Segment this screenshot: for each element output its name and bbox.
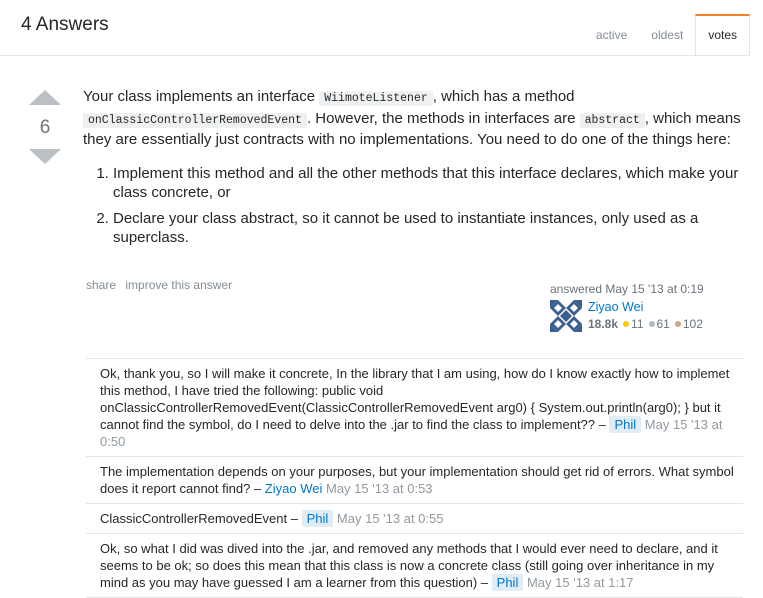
- comment-user-link[interactable]: Phil: [609, 416, 642, 433]
- gold-badge-icon: [623, 321, 630, 327]
- answers-count-title: 4 Answers: [21, 14, 109, 35]
- share-link[interactable]: share: [86, 278, 116, 292]
- answer-text: . However, the methods in interfaces are: [306, 109, 580, 127]
- answer-text: , which has a method: [432, 88, 575, 105]
- post-menu: share improve this answer: [86, 278, 238, 292]
- answer-text: Your class implements an interface: [83, 88, 320, 105]
- comment: The implementation depends on your purpo…: [86, 456, 743, 503]
- user-signature: answered May 15 '13 at 0:19 Ziyao Wei 18…: [550, 282, 704, 332]
- comment-text: ClassicControllerRemovedEvent –: [100, 511, 298, 526]
- comment: ClassicControllerRemovedEvent – Phil May…: [86, 503, 743, 533]
- tab-active[interactable]: active: [584, 14, 639, 56]
- user-details: Ziyao Wei 18.8k 11 61 102: [588, 300, 703, 331]
- list-item: Declare your class abstract, so it canno…: [113, 209, 743, 248]
- comment-user-link[interactable]: Ziyao Wei: [265, 481, 323, 496]
- vote-count: 6: [39, 117, 51, 138]
- answered-time: answered May 15 '13 at 0:19: [550, 282, 704, 296]
- answer-list: Implement this method and all the other …: [83, 164, 743, 248]
- reputation-line: 18.8k 11 61 102: [588, 317, 703, 331]
- abstract-code: abstract: [579, 112, 645, 128]
- improve-answer-link[interactable]: improve this answer: [125, 278, 232, 292]
- answers-header: 4 Answers active oldest votes: [0, 0, 763, 58]
- comment-date[interactable]: May 15 '13 at 0:55: [337, 511, 444, 526]
- comments-list: Ok, thank you, so I will make it concret…: [86, 358, 743, 598]
- user-info: Ziyao Wei 18.8k 11 61 102: [550, 300, 704, 332]
- list-item: Implement this method and all the other …: [113, 164, 743, 203]
- downvote-arrow-icon[interactable]: [29, 149, 61, 164]
- reputation-score: 18.8k: [588, 317, 619, 331]
- tab-oldest[interactable]: oldest: [639, 14, 695, 56]
- vote-cell: 6: [28, 90, 62, 164]
- header-divider: [0, 55, 750, 56]
- bronze-badge-count: 102: [682, 317, 703, 331]
- bronze-badge-icon: [674, 321, 681, 327]
- comment: Ok, so what I did was dived into the .ja…: [86, 533, 743, 598]
- comment-user-link[interactable]: Phil: [491, 574, 524, 591]
- username-link[interactable]: Ziyao Wei: [588, 300, 703, 314]
- upvote-arrow-icon[interactable]: [29, 90, 61, 105]
- comment: Ok, thank you, so I will make it concret…: [86, 358, 743, 456]
- comment-user-link[interactable]: Phil: [301, 510, 334, 527]
- tab-votes[interactable]: votes: [695, 14, 750, 56]
- gold-badge-count: 11: [631, 317, 644, 331]
- interface-code: WiimoteListener: [319, 91, 433, 106]
- answer-body: Your class implements an interface Wiimo…: [83, 87, 743, 254]
- answer-paragraph: Your class implements an interface Wiimo…: [83, 87, 743, 150]
- silver-badge-count: 61: [656, 317, 670, 331]
- comment-date[interactable]: May 15 '13 at 1:17: [527, 575, 634, 590]
- silver-badge-icon: [648, 321, 655, 327]
- avatar[interactable]: [550, 300, 582, 332]
- sort-tabs: active oldest votes: [584, 14, 750, 56]
- comment-date[interactable]: May 15 '13 at 0:53: [326, 481, 433, 496]
- method-code: onClassicControllerRemovedEvent: [83, 112, 307, 128]
